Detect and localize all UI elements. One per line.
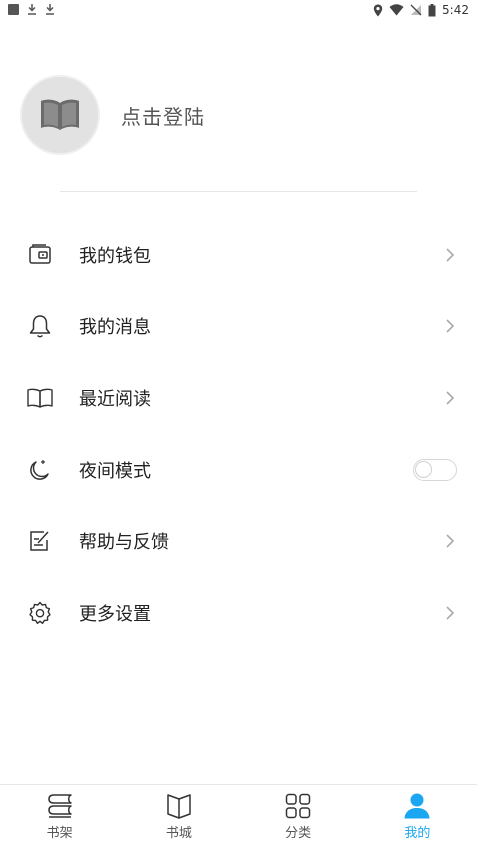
- toggle-knob: [415, 460, 432, 478]
- status-bar-right: 5:42: [373, 3, 469, 17]
- menu-item-messages[interactable]: 我的消息: [0, 291, 477, 363]
- moon-icon: [26, 456, 54, 484]
- nav-tab-label: 书城: [165, 826, 192, 841]
- nav-tab-category[interactable]: 分类: [239, 785, 358, 849]
- bottom-nav: 书架 书城 分类 我的: [0, 784, 477, 849]
- square-notification-icon: [8, 3, 19, 15]
- menu-item-label: 更多设置: [79, 603, 151, 625]
- battery-icon: [428, 3, 436, 16]
- menu-item-help-feedback[interactable]: 帮助与反馈: [0, 505, 477, 577]
- bookstore-icon: [165, 792, 193, 820]
- wallet-icon: [26, 241, 54, 269]
- nav-tab-bookshelf[interactable]: 书架: [0, 785, 119, 849]
- chevron-right-icon: [446, 391, 455, 405]
- menu-item-recent-reading[interactable]: 最近阅读: [0, 362, 477, 434]
- status-time: 5:42: [442, 3, 469, 17]
- profile-header[interactable]: 点击登陆: [20, 74, 205, 156]
- download-icon: [46, 4, 54, 15]
- status-bar: 5:42: [0, 0, 477, 22]
- avatar[interactable]: [20, 75, 100, 155]
- menu-list: 我的钱包 我的消息 最近阅读 夜间模式 帮助与反馈 更多设置: [0, 219, 477, 649]
- nav-tab-label: 书架: [46, 826, 73, 841]
- nav-tab-mine[interactable]: 我的: [358, 785, 477, 849]
- menu-item-label: 我的消息: [79, 317, 151, 339]
- nav-tab-bookstore[interactable]: 书城: [119, 785, 238, 849]
- download-icon: [28, 4, 36, 15]
- profile-divider: [60, 191, 417, 192]
- login-prompt[interactable]: 点击登陆: [121, 101, 205, 130]
- chevron-right-icon: [446, 534, 455, 548]
- night-mode-toggle[interactable]: [413, 458, 457, 481]
- menu-item-more-settings[interactable]: 更多设置: [0, 577, 477, 649]
- nav-tab-label: 我的: [404, 826, 431, 841]
- chevron-right-icon: [446, 248, 455, 262]
- person-icon: [403, 792, 431, 820]
- open-book-icon: [41, 99, 79, 130]
- status-bar-left: [8, 3, 55, 15]
- nav-tab-label: 分类: [285, 826, 312, 841]
- menu-item-label: 夜间模式: [79, 460, 151, 482]
- menu-item-label: 我的钱包: [79, 245, 151, 267]
- chevron-right-icon: [446, 319, 455, 333]
- gear-icon: [26, 599, 54, 627]
- bookshelf-icon: [46, 792, 74, 820]
- wifi-icon: [389, 4, 404, 16]
- menu-item-night-mode[interactable]: 夜间模式: [0, 434, 477, 506]
- menu-item-label: 帮助与反馈: [79, 532, 169, 554]
- book-icon: [26, 384, 54, 412]
- category-grid-icon: [284, 792, 312, 820]
- bell-icon: [26, 312, 54, 340]
- chevron-right-icon: [446, 606, 455, 620]
- location-icon: [373, 4, 383, 16]
- menu-item-wallet[interactable]: 我的钱包: [0, 219, 477, 291]
- no-sim-icon: [410, 4, 422, 16]
- feedback-icon: [26, 527, 54, 555]
- menu-item-label: 最近阅读: [79, 388, 151, 410]
